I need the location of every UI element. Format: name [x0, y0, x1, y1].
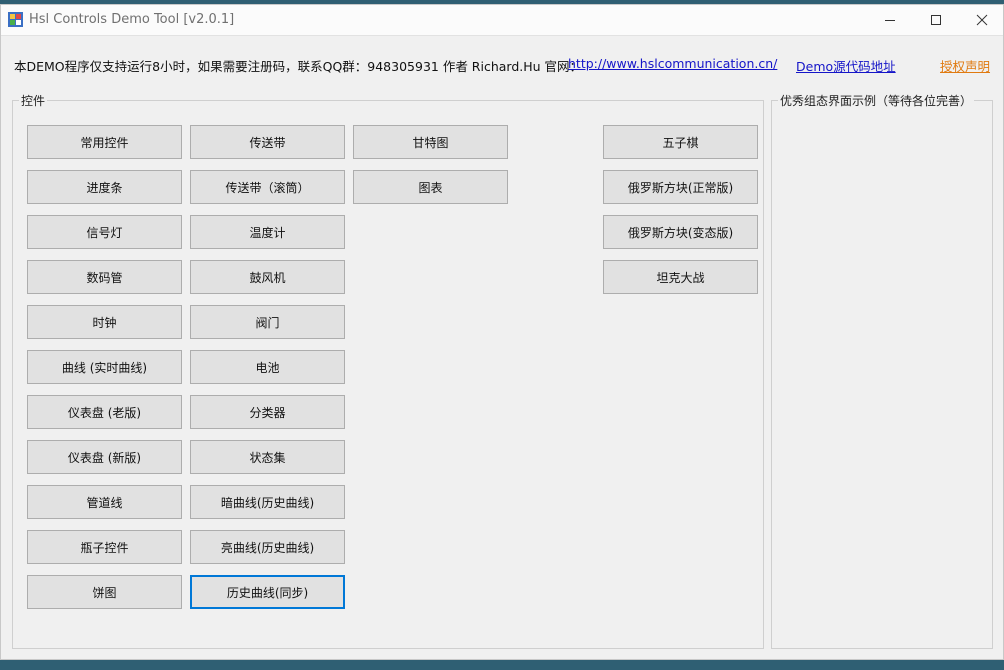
- examples-group-title: 优秀组态界面示例（等待各位完善）: [778, 92, 975, 109]
- main-window: Hsl Controls Demo Tool [v2.0.1] 本DEMO程序仅…: [0, 4, 1004, 660]
- control-button-column2-8[interactable]: 状态集: [190, 440, 345, 474]
- control-button-column1-8[interactable]: 仪表盘 (新版): [27, 440, 182, 474]
- app-icon: [8, 12, 23, 27]
- control-button-column1-10[interactable]: 瓶子控件: [27, 530, 182, 564]
- control-button-column2-2[interactable]: 传送带（滚筒）: [190, 170, 345, 204]
- control-button-column1-3[interactable]: 信号灯: [27, 215, 182, 249]
- control-button-column2-1[interactable]: 传送带: [190, 125, 345, 159]
- control-button-column2-6[interactable]: 电池: [190, 350, 345, 384]
- control-button-column1-6[interactable]: 曲线 (实时曲线): [27, 350, 182, 384]
- control-button-column1-4[interactable]: 数码管: [27, 260, 182, 294]
- control-button-column2-10[interactable]: 亮曲线(历史曲线): [190, 530, 345, 564]
- control-button-column2-5[interactable]: 阀门: [190, 305, 345, 339]
- control-button-column1-5[interactable]: 时钟: [27, 305, 182, 339]
- title-bar[interactable]: Hsl Controls Demo Tool [v2.0.1]: [1, 5, 1003, 36]
- control-button-column1-7[interactable]: 仪表盘 (老版): [27, 395, 182, 429]
- maximize-icon: [931, 15, 941, 25]
- control-button-column1-1[interactable]: 常用控件: [27, 125, 182, 159]
- control-button-column3-1[interactable]: 甘特图: [353, 125, 508, 159]
- close-button[interactable]: [959, 5, 1004, 35]
- control-button-column4-1[interactable]: 五子棋: [603, 125, 758, 159]
- maximize-button[interactable]: [913, 5, 959, 35]
- window-title: Hsl Controls Demo Tool [v2.0.1]: [29, 12, 235, 27]
- control-button-column3-2[interactable]: 图表: [353, 170, 508, 204]
- control-button-column4-3[interactable]: 俄罗斯方块(变态版): [603, 215, 758, 249]
- notice-text: 本DEMO程序仅支持运行8小时，如果需要注册码，联系QQ群：948305931 …: [14, 59, 583, 74]
- license-link[interactable]: 授权声明: [940, 56, 990, 75]
- minimize-button[interactable]: [867, 5, 913, 35]
- control-button-column2-9[interactable]: 暗曲线(历史曲线): [190, 485, 345, 519]
- examples-group: 优秀组态界面示例（等待各位完善）: [771, 92, 993, 649]
- control-button-column2-7[interactable]: 分类器: [190, 395, 345, 429]
- control-button-column4-4[interactable]: 坦克大战: [603, 260, 758, 294]
- controls-group-title: 控件: [19, 92, 48, 109]
- website-link[interactable]: http://www.hslcommunication.cn/: [568, 56, 777, 71]
- control-button-column2-4[interactable]: 鼓风机: [190, 260, 345, 294]
- control-button-column2-11[interactable]: 历史曲线(同步): [190, 575, 345, 609]
- control-button-column2-3[interactable]: 温度计: [190, 215, 345, 249]
- close-icon: [976, 14, 988, 26]
- minimize-icon: [885, 20, 895, 21]
- control-button-column4-2[interactable]: 俄罗斯方块(正常版): [603, 170, 758, 204]
- control-button-column1-2[interactable]: 进度条: [27, 170, 182, 204]
- control-button-column1-9[interactable]: 管道线: [27, 485, 182, 519]
- control-button-column1-11[interactable]: 饼图: [27, 575, 182, 609]
- source-code-link[interactable]: Demo源代码地址: [796, 56, 896, 75]
